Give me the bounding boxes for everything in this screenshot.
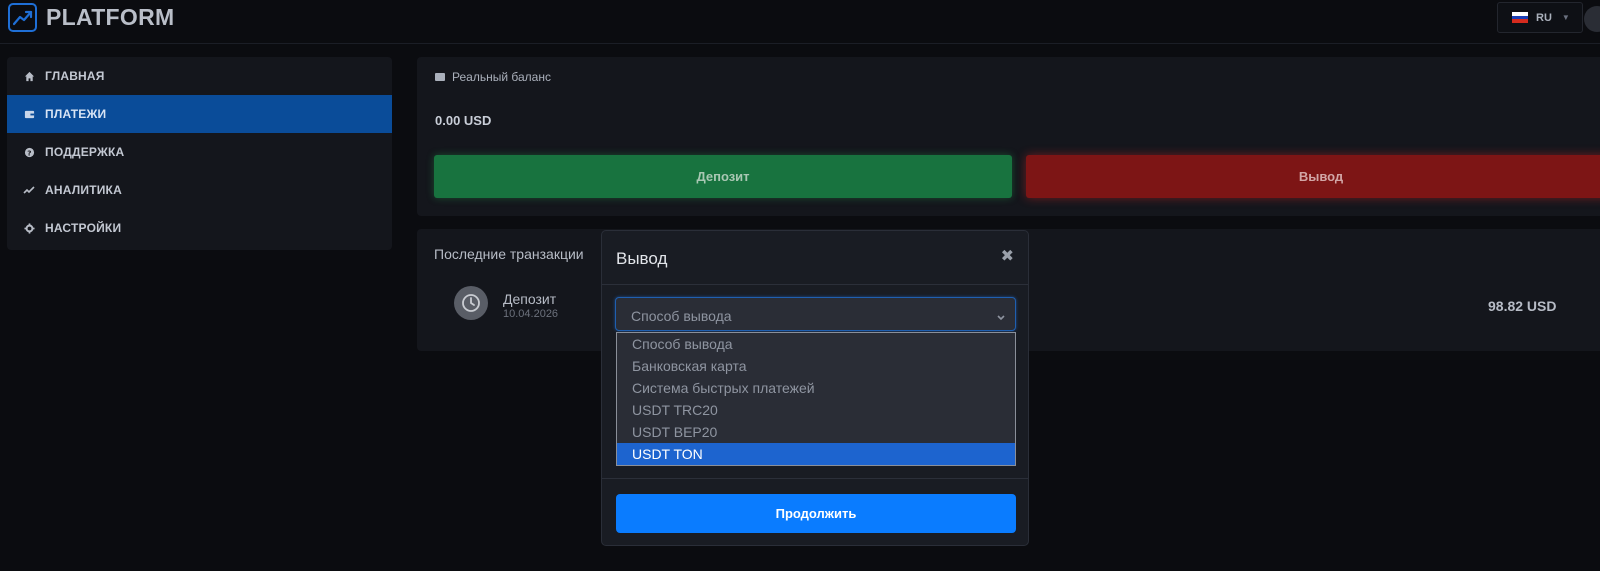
- sidebar: ГЛАВНАЯ ПЛАТЕЖИ ? ПОДДЕРЖКА АНАЛИТИКА НА…: [7, 57, 392, 250]
- sidebar-item-settings[interactable]: НАСТРОЙКИ: [7, 209, 392, 247]
- balance-card: Реальный баланс 0.00 USD Депозит Вывод: [417, 57, 1600, 216]
- deposit-button[interactable]: Депозит: [434, 155, 1012, 198]
- withdraw-modal: Вывод ✖ Способ вывода Способ вывода Банк…: [601, 230, 1029, 546]
- trending-up-icon: [8, 3, 37, 32]
- chevron-down-icon: [996, 309, 1006, 327]
- avatar[interactable]: [1584, 6, 1600, 32]
- russia-flag-icon: [1512, 12, 1528, 24]
- language-selector[interactable]: RU ▼: [1497, 2, 1583, 33]
- logo[interactable]: PLATFORM: [8, 3, 174, 32]
- clock-icon: [454, 286, 488, 320]
- sidebar-item-analytics[interactable]: АНАЛИТИКА: [7, 171, 392, 209]
- question-circle-icon: ?: [23, 146, 35, 158]
- transaction-amount: 98.82 USD: [1488, 298, 1557, 314]
- transaction-date: 10.04.2026: [503, 308, 559, 320]
- chart-line-icon: [23, 184, 35, 196]
- balance-value: 0.00 USD: [435, 113, 492, 128]
- dropdown-option[interactable]: USDT TRC20: [617, 399, 1015, 421]
- sidebar-item-label: ПЛАТЕЖИ: [45, 107, 107, 121]
- transaction-name: Депозит: [503, 291, 557, 307]
- svg-text:?: ?: [27, 148, 31, 157]
- modal-title: Вывод: [616, 249, 668, 268]
- wallet-icon: [435, 73, 445, 81]
- transactions-title: Последние транзакции: [434, 246, 584, 262]
- dropdown-option[interactable]: USDT BEP20: [617, 421, 1015, 443]
- dropdown-option[interactable]: Способ вывода: [617, 333, 1015, 355]
- withdraw-method-select[interactable]: Способ вывода: [615, 297, 1016, 331]
- dropdown-option[interactable]: Банковская карта: [617, 355, 1015, 377]
- modal-header: Вывод ✖: [602, 231, 1028, 285]
- sidebar-item-payments[interactable]: ПЛАТЕЖИ: [7, 95, 392, 133]
- wallet-icon: [23, 108, 35, 120]
- caret-down-icon: ▼: [1561, 13, 1570, 22]
- sidebar-item-support[interactable]: ? ПОДДЕРЖКА: [7, 133, 392, 171]
- withdraw-button[interactable]: Вывод: [1026, 155, 1600, 198]
- sidebar-item-home[interactable]: ГЛАВНАЯ: [7, 57, 392, 95]
- dropdown-option-highlighted[interactable]: USDT TON: [617, 443, 1015, 465]
- language-code: RU: [1536, 11, 1552, 24]
- select-value: Способ вывода: [631, 308, 732, 324]
- gear-icon: [23, 222, 35, 234]
- logo-text: PLATFORM: [46, 4, 175, 30]
- balance-label-text: Реальный баланс: [452, 70, 551, 84]
- close-icon[interactable]: ✖: [1001, 246, 1014, 266]
- withdraw-method-dropdown: Способ вывода Банковская карта Система б…: [616, 332, 1016, 466]
- sidebar-item-label: ГЛАВНАЯ: [45, 69, 105, 83]
- balance-label: Реальный баланс: [435, 70, 551, 84]
- home-icon: [23, 70, 35, 82]
- sidebar-item-label: ПОДДЕРЖКА: [45, 145, 125, 159]
- sidebar-item-label: АНАЛИТИКА: [45, 183, 122, 197]
- top-header: PLATFORM RU ▼: [0, 0, 1600, 44]
- continue-button[interactable]: Продолжить: [616, 494, 1016, 533]
- modal-divider: [602, 478, 1028, 479]
- sidebar-item-label: НАСТРОЙКИ: [45, 221, 122, 235]
- dropdown-option[interactable]: Система быстрых платежей: [617, 377, 1015, 399]
